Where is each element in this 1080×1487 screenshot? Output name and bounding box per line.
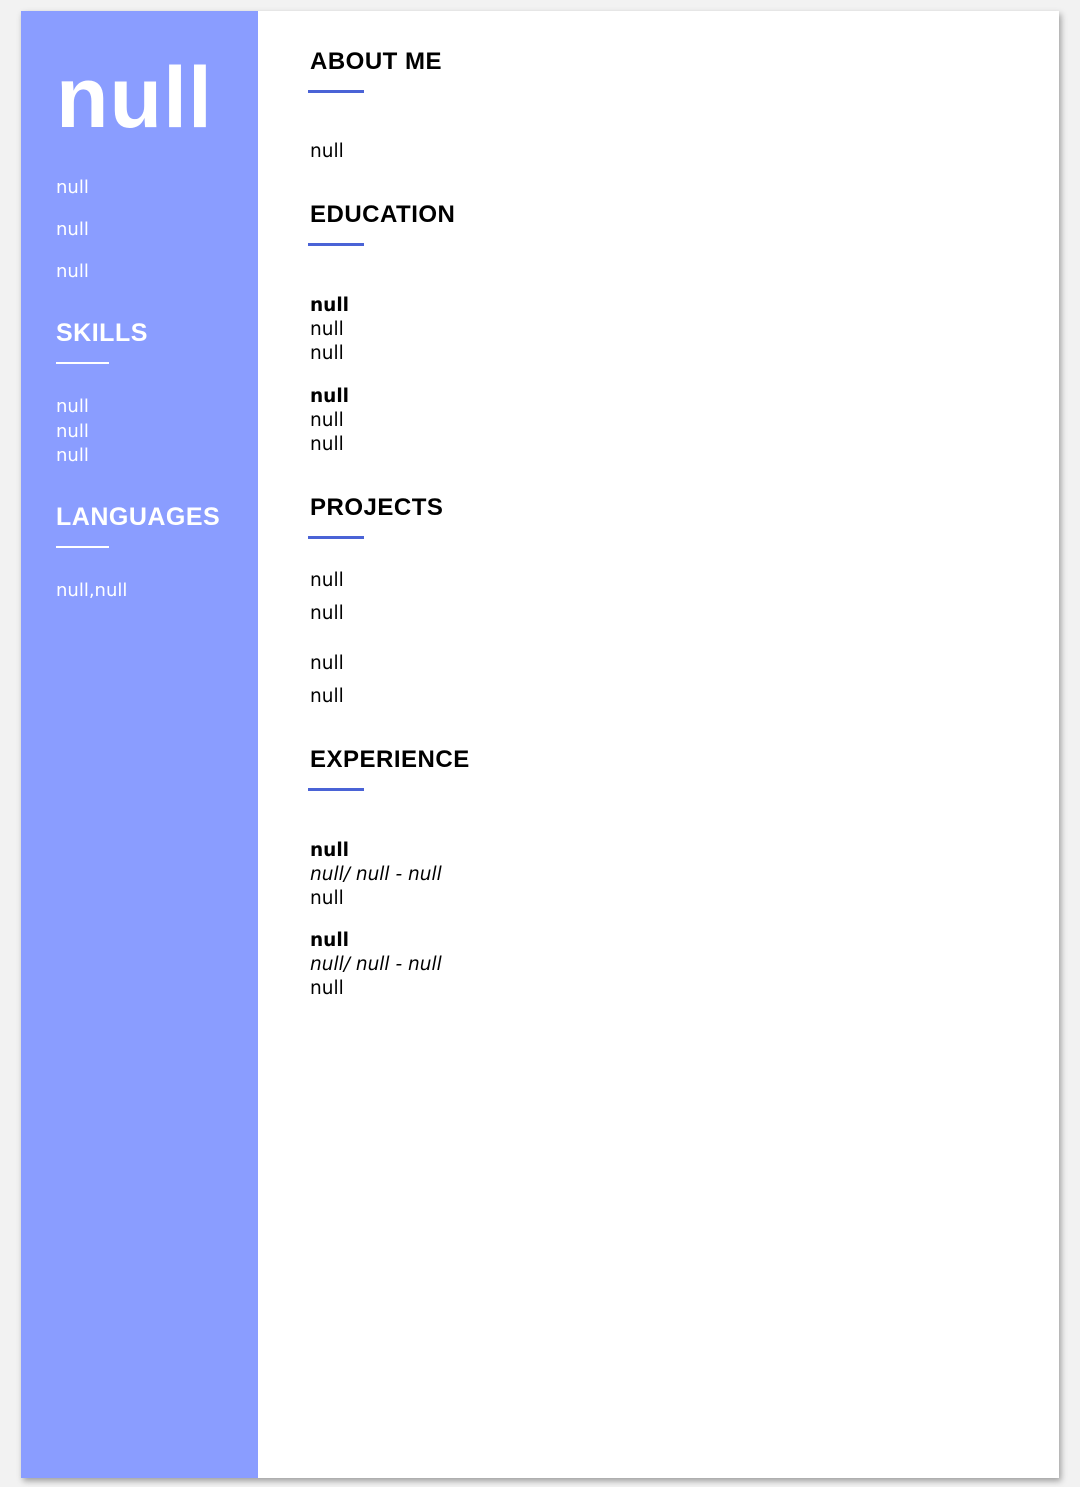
education-line: null [310,343,344,364]
experience-description: null [310,978,344,999]
experience-divider [308,788,364,791]
contact-item: null [56,261,89,282]
skill-item: null [56,445,89,466]
education-line: null [310,319,344,340]
experience-entry: null null/ null - null null [310,839,442,911]
experience-title: null [310,930,350,951]
education-line: null [310,434,344,455]
projects-heading: PROJECTS [310,494,444,521]
resume-page: null null null null SKILLS null null nul… [21,11,1059,1478]
about-heading: ABOUT ME [310,48,442,75]
contact-item: null [56,177,89,198]
skill-item: null [56,420,89,442]
education-heading: EDUCATION [310,201,456,228]
education-line: null [310,410,344,431]
about-text: null [310,141,344,162]
sidebar: null null null null SKILLS null null nul… [21,11,258,1478]
experience-title: null [310,840,350,861]
candidate-name: null [56,50,213,146]
contact-item: null [56,219,89,240]
project-description: null [310,686,344,707]
skills-divider [56,362,109,364]
experience-entry: null null/ null - null null [310,929,442,1001]
project-description: null [310,603,344,624]
project-name: null [310,570,344,591]
languages-divider [56,546,109,548]
education-title: null [310,295,350,316]
education-entry: null null null [310,385,349,457]
experience-heading: EXPERIENCE [310,746,470,773]
skills-heading: SKILLS [56,319,148,347]
education-divider [308,243,364,246]
skill-item: null [56,396,89,417]
experience-description: null [310,888,344,909]
experience-meta: null/ null - null [310,864,442,885]
languages-list: null,null [56,580,128,601]
languages-heading: LANGUAGES [56,503,221,531]
about-divider [308,90,364,93]
skills-list: null null null [56,395,89,469]
project-name: null [310,653,344,674]
experience-meta: null/ null - null [310,954,442,975]
education-title: null [310,386,350,407]
projects-divider [308,536,364,539]
education-entry: null null null [310,294,349,366]
